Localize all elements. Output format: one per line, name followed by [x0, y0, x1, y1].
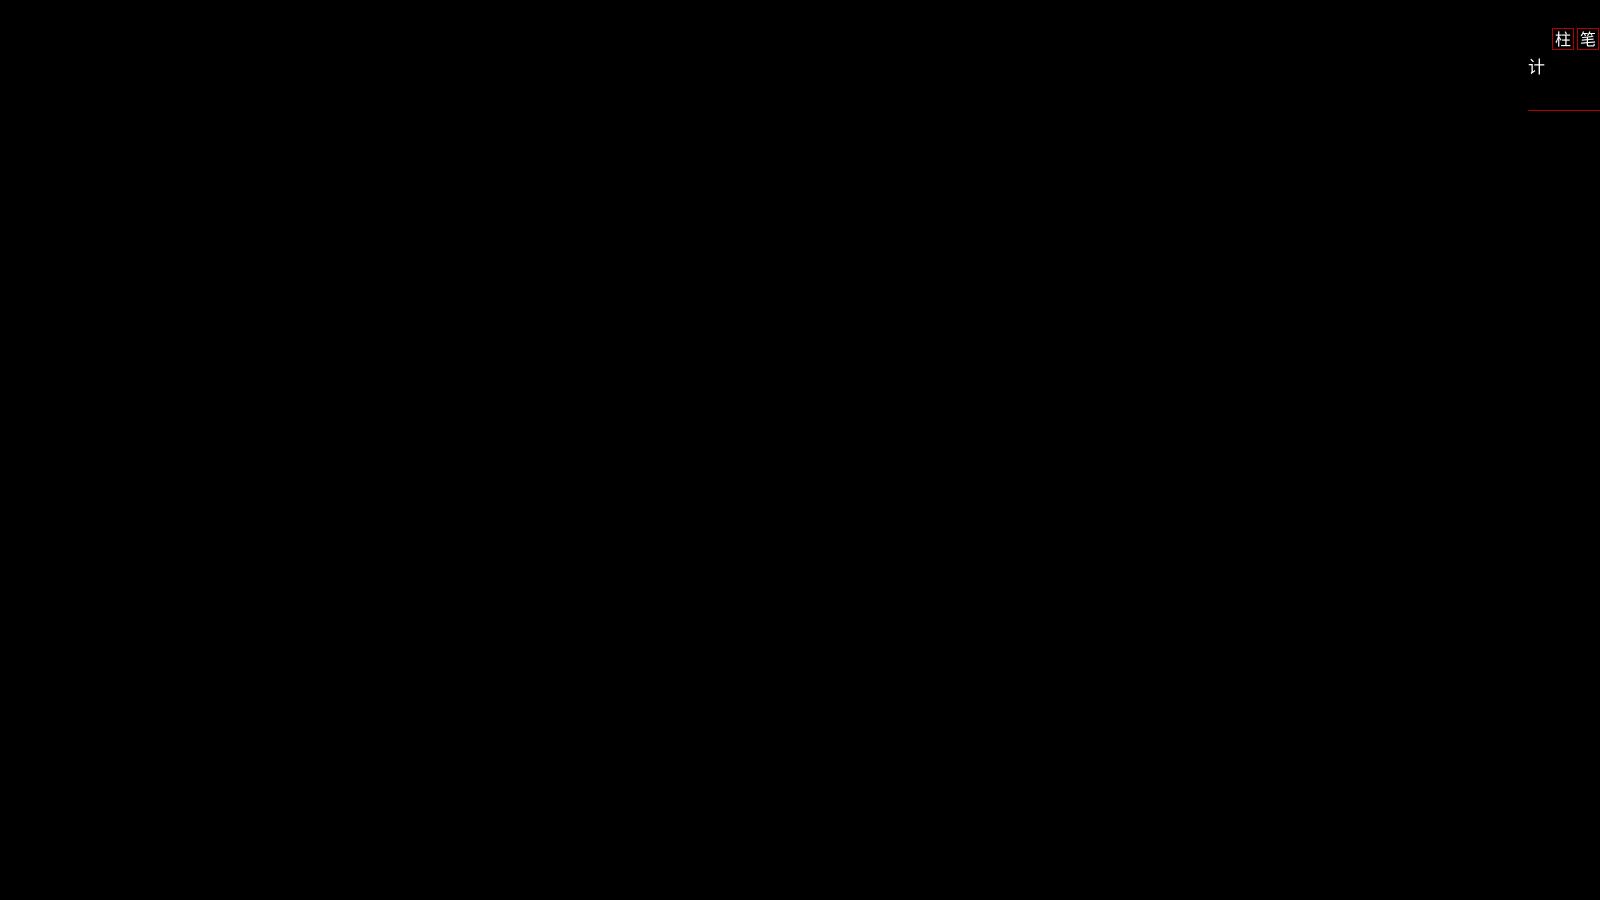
visible-header-label: 计: [1528, 58, 1545, 78]
bar-mode-button[interactable]: 柱: [1552, 28, 1574, 50]
tick-mode-button[interactable]: 笔: [1577, 28, 1599, 50]
top-right-toolbar: 柱 笔 计: [1528, 0, 1600, 111]
